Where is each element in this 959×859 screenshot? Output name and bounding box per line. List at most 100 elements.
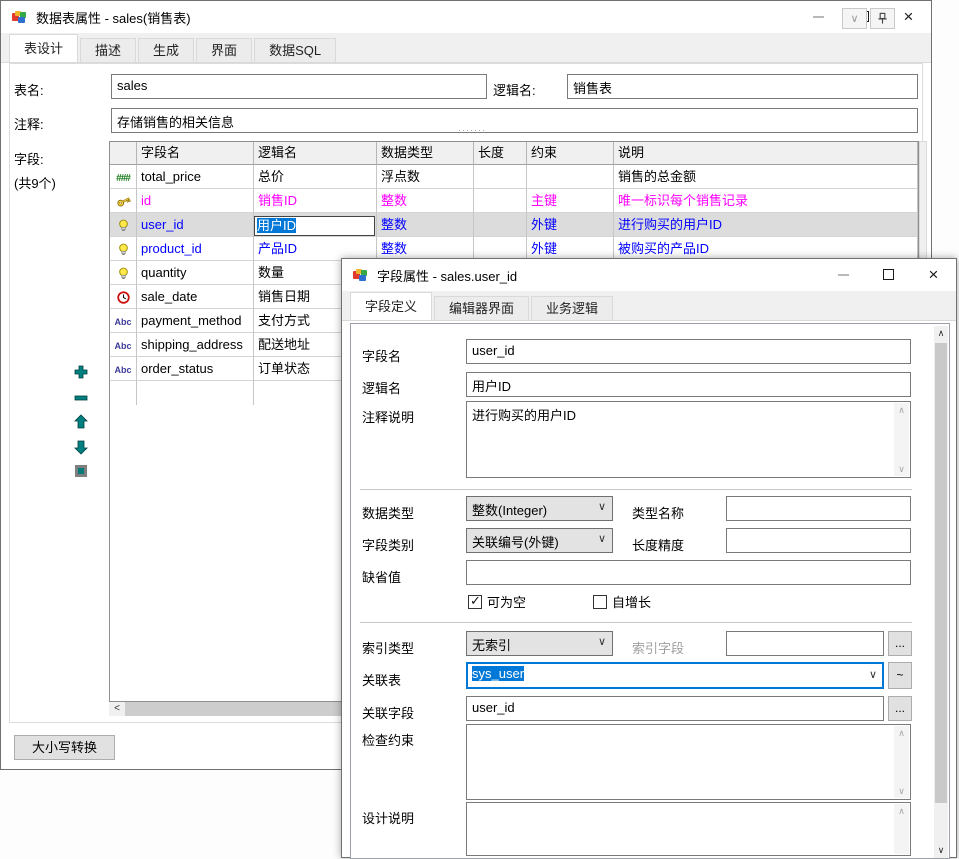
grid-header-length[interactable]: 长度 [474, 142, 527, 165]
remove-field-button[interactable] [73, 390, 89, 406]
related-field-browse-button[interactable]: ... [888, 696, 912, 721]
comment-textarea[interactable]: 进行购买的用户ID ∧∨ [466, 401, 911, 478]
grid-header-data-type[interactable]: 数据类型 [377, 142, 474, 165]
grid-header-logical-name[interactable]: 逻辑名 [254, 142, 377, 165]
primary-key-icon [116, 194, 131, 209]
related-table-combo[interactable]: sys_user∨ [466, 662, 884, 689]
main-titlebar[interactable]: 数据表属性 - sales(销售表) × [1, 1, 931, 33]
length-precision-input[interactable] [726, 528, 911, 553]
dialog-title: 字段属性 - sales.user_id [377, 266, 517, 285]
index-field-input[interactable] [726, 631, 884, 656]
table-row[interactable]: id 销售ID 整数 主键 唯一标识每个销售记录 [110, 189, 918, 213]
checkbox-icon [593, 595, 607, 609]
dialog-titlebar[interactable]: 字段属性 - sales.user_id × [342, 259, 956, 291]
minimize-button[interactable] [796, 1, 841, 32]
length-precision-label: 长度精度 [632, 535, 684, 554]
table-name-label: 表名: [14, 80, 44, 99]
clock-icon [116, 290, 131, 305]
scroll-up-icon[interactable]: ∧ [894, 403, 909, 417]
dialog-maximize-button[interactable] [866, 259, 911, 290]
type-name-input[interactable] [726, 496, 911, 521]
bulb-icon [116, 242, 131, 257]
tab-ui[interactable]: 界面 [196, 38, 252, 62]
index-type-label: 索引类型 [362, 638, 414, 657]
logical-name-input[interactable]: 销售表 [567, 74, 918, 99]
scroll-up-icon[interactable]: ∧ [934, 326, 948, 341]
index-field-browse-button[interactable]: ... [888, 631, 912, 656]
maximize-icon [883, 269, 894, 280]
grid-header-description[interactable]: 说明 [614, 142, 918, 165]
minimize-icon [838, 274, 849, 276]
tab-table-design[interactable]: 表设计 [9, 34, 78, 62]
collapse-button[interactable]: ∨ [842, 8, 867, 29]
field-properties-window: 字段属性 - sales.user_id × 字段定义 编辑器界面 业务逻辑 字… [341, 258, 957, 858]
design-note-textarea[interactable]: ∧ [466, 802, 911, 856]
field-name-label: 字段名 [362, 346, 401, 365]
design-note-label: 设计说明 [362, 808, 414, 827]
check-constraint-textarea[interactable]: ∧∨ [466, 724, 911, 800]
field-category-label: 字段类别 [362, 535, 414, 554]
main-tabstrip: 表设计 描述 生成 界面 数据SQL [1, 33, 931, 63]
tab-description[interactable]: 描述 [80, 38, 136, 62]
fields-label: 字段: [14, 149, 44, 168]
default-value-input[interactable] [466, 560, 911, 585]
comment-label: 注释说明 [362, 407, 414, 426]
dialog-vertical-scrollbar[interactable]: ∧ ∨ [934, 326, 948, 858]
scroll-up-icon[interactable]: ∧ [894, 804, 909, 818]
field-name-input[interactable]: user_id [466, 339, 911, 364]
scroll-down-icon[interactable]: ∨ [934, 843, 948, 858]
tab-generate[interactable]: 生成 [138, 38, 194, 62]
grid-header-icon[interactable] [110, 142, 137, 165]
index-type-select[interactable]: 无索引∨ [466, 631, 613, 656]
textarea-scrollbar[interactable]: ∧∨ [894, 403, 909, 476]
comment-label: 注释: [14, 114, 44, 133]
move-up-button[interactable] [73, 414, 89, 430]
inline-edit-input[interactable]: 用户ID [254, 216, 375, 236]
table-row[interactable]: user_id 用户ID 整数 外键 进行购买的用户ID [110, 213, 918, 237]
grid-header-row: 字段名 逻辑名 数据类型 长度 约束 说明 [110, 142, 918, 165]
scroll-down-icon[interactable]: ∨ [894, 462, 909, 476]
data-type-label: 数据类型 [362, 503, 414, 522]
textarea-scrollbar[interactable]: ∧ [894, 804, 909, 854]
auto-increment-checkbox[interactable]: 自增长 [593, 592, 651, 611]
splitter-handle[interactable]: ······· [447, 128, 497, 135]
table-row[interactable]: ### total_price 总价 浮点数 销售的总金额 [110, 165, 918, 189]
logical-name-label: 逻辑名: [493, 80, 536, 99]
add-field-button[interactable] [73, 364, 89, 380]
checkbox-icon [468, 595, 482, 609]
bulb-icon [116, 266, 131, 281]
logical-name-input[interactable]: 用户ID [466, 372, 911, 397]
data-type-select[interactable]: 整数(Integer)∨ [466, 496, 613, 521]
table-name-input[interactable]: sales [111, 74, 487, 99]
related-field-label: 关联字段 [362, 703, 414, 722]
tab-field-definition[interactable]: 字段定义 [350, 292, 432, 320]
dialog-close-button[interactable]: × [911, 259, 956, 290]
scrollbar-thumb[interactable] [935, 343, 947, 803]
minimize-icon [813, 16, 824, 18]
nullable-checkbox[interactable]: 可为空 [468, 592, 526, 611]
textarea-scrollbar[interactable]: ∧∨ [894, 726, 909, 798]
move-down-button[interactable] [73, 439, 89, 455]
tab-business-logic[interactable]: 业务逻辑 [531, 296, 613, 320]
comment-input[interactable]: 存储销售的相关信息 [111, 108, 918, 133]
chevron-down-icon: ∨ [869, 668, 877, 681]
main-window-title: 数据表属性 - sales(销售表) [36, 8, 191, 27]
type-name-label: 类型名称 [632, 503, 684, 522]
tab-data-sql[interactable]: 数据SQL [254, 38, 336, 62]
case-convert-button[interactable]: 大小写转换 [14, 735, 115, 760]
related-field-input[interactable]: user_id [466, 696, 884, 721]
scroll-down-icon[interactable]: ∨ [894, 784, 909, 798]
grid-header-constraint[interactable]: 约束 [527, 142, 614, 165]
scroll-up-icon[interactable]: ∧ [894, 726, 909, 740]
related-table-tilde-button[interactable]: ~ [888, 662, 912, 689]
close-icon: × [904, 8, 914, 25]
stop-button[interactable] [73, 463, 89, 479]
close-icon: × [929, 266, 939, 283]
pin-button[interactable] [870, 8, 895, 29]
scroll-left-icon[interactable]: < [109, 702, 125, 716]
dialog-minimize-button[interactable] [821, 259, 866, 290]
chevron-down-icon: ∨ [598, 532, 606, 545]
field-category-select[interactable]: 关联编号(外键)∨ [466, 528, 613, 553]
grid-header-field-name[interactable]: 字段名 [137, 142, 254, 165]
tab-editor-ui[interactable]: 编辑器界面 [434, 296, 529, 320]
